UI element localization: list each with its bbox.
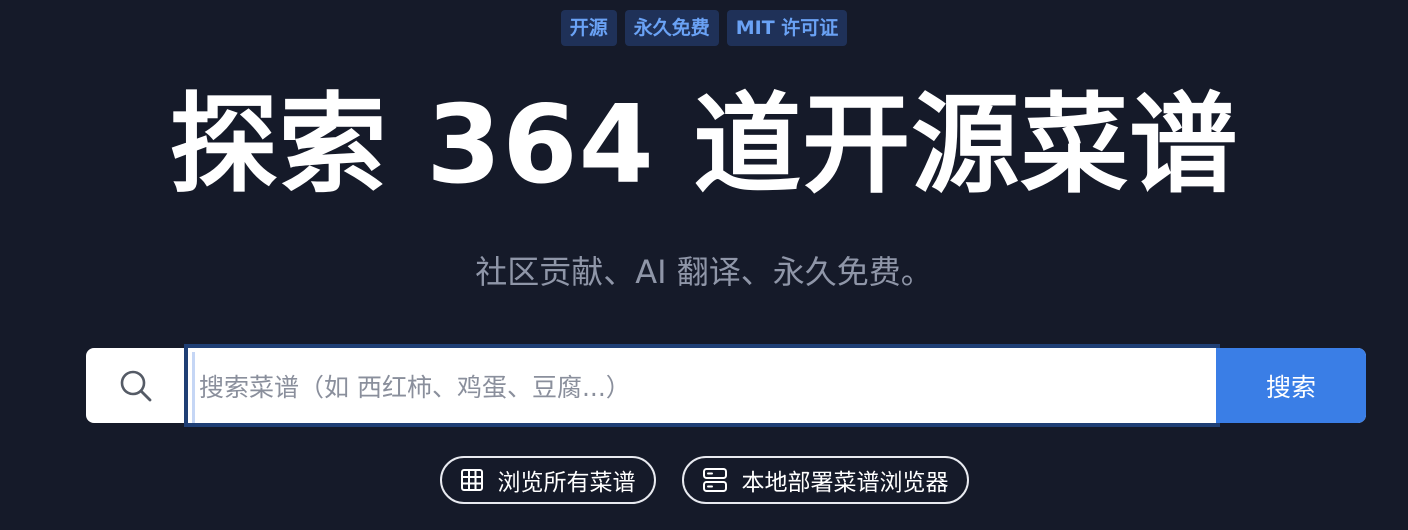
local-deploy-label: 本地部署菜谱浏览器 — [741, 470, 949, 496]
browse-all-recipes-label: 浏览所有菜谱 — [497, 470, 636, 496]
search-input[interactable] — [192, 352, 1216, 423]
search-input-wrapper — [184, 344, 1220, 427]
search-button[interactable]: 搜索 — [1216, 348, 1366, 423]
local-deploy-button[interactable]: 本地部署菜谱浏览器 — [681, 456, 969, 504]
badge-free-forever: 永久免费 — [624, 10, 719, 46]
page-title: 探索 364 道开源菜谱 — [169, 83, 1239, 208]
page-subtitle: 社区贡献、AI 翻译、永久免费。 — [475, 253, 933, 291]
grid-icon — [460, 469, 483, 491]
search-bar: 搜索 — [86, 344, 1366, 427]
badge-mit-license: MIT 许可证 — [726, 10, 848, 46]
badge-row: 开源 永久免费 MIT 许可证 — [0, 10, 1408, 46]
action-row: 浏览所有菜谱 本地部署菜谱浏览器 — [0, 456, 1408, 504]
search-icon — [86, 348, 186, 423]
badge-open-source: 开源 — [560, 10, 617, 46]
server-icon — [702, 468, 727, 492]
browse-all-recipes-button[interactable]: 浏览所有菜谱 — [439, 456, 656, 504]
